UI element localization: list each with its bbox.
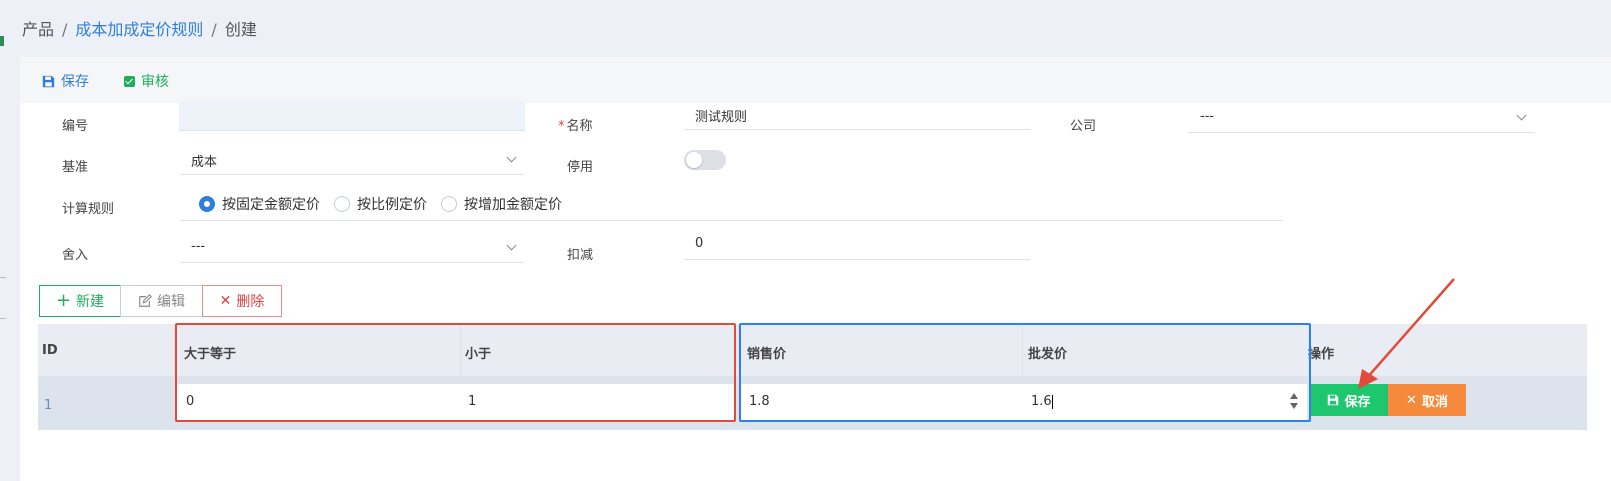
toggle-knob bbox=[686, 152, 702, 168]
audit-label: 审核 bbox=[141, 74, 169, 90]
wholesale-price-value: 1.6 bbox=[1031, 394, 1052, 409]
sale-price-input[interactable]: 1.8 bbox=[739, 384, 1022, 420]
name-input[interactable]: 测试规则 bbox=[683, 100, 1030, 130]
radio-add-amount[interactable]: 按增加金额定价 bbox=[441, 194, 562, 214]
radio-fixed-amount[interactable]: 按固定金额定价 bbox=[199, 194, 320, 214]
rounding-label: 舍入 bbox=[62, 248, 89, 263]
chevron-down-icon bbox=[506, 152, 517, 163]
arrow-annotation-icon bbox=[1358, 278, 1455, 389]
column-divider bbox=[738, 324, 739, 376]
column-divider bbox=[1022, 324, 1023, 376]
gte-input[interactable]: 0 bbox=[176, 384, 458, 420]
column-divider bbox=[460, 324, 461, 376]
plus-icon: + bbox=[55, 290, 72, 311]
breadcrumb-current: 创建 bbox=[224, 20, 257, 39]
deduction-label: 扣减 bbox=[567, 248, 594, 263]
form-panel: 保存 审核 编号 * 名称 测试规则 公司 --- 基准 成本 停用 计算规则 按… bbox=[20, 57, 1611, 481]
calc-rule-radio-group: 按固定金额定价 按比例定价 按增加金额定价 bbox=[199, 194, 576, 214]
wholesale-price-input[interactable]: 1.6 bbox=[1021, 384, 1307, 420]
row-id: 1 bbox=[44, 398, 53, 413]
header-sale-price: 销售价 bbox=[747, 347, 787, 362]
check-square-icon bbox=[124, 75, 135, 87]
deduction-input[interactable]: 0 bbox=[683, 230, 1030, 260]
floppy-disk-icon bbox=[42, 75, 55, 87]
header-operations: 操作 bbox=[1308, 347, 1335, 362]
company-label: 公司 bbox=[1070, 119, 1097, 134]
edge-line bbox=[0, 318, 6, 319]
breadcrumb-pricing-rules[interactable]: 成本加成定价规则 bbox=[75, 20, 203, 39]
edge-marker bbox=[0, 36, 4, 46]
header-wholesale-price: 批发价 bbox=[1028, 347, 1068, 362]
basis-select[interactable]: 成本 bbox=[179, 145, 525, 175]
name-label: * 名称 bbox=[558, 115, 593, 134]
save-label: 保存 bbox=[61, 74, 89, 90]
chevron-down-icon bbox=[506, 240, 517, 251]
radio-label: 按增加金额定价 bbox=[464, 197, 562, 213]
radio-unselected-icon bbox=[334, 196, 350, 212]
basis-value: 成本 bbox=[191, 155, 218, 170]
chevron-down-icon bbox=[1516, 110, 1527, 121]
company-value: --- bbox=[1200, 109, 1215, 124]
new-label: 新建 bbox=[76, 294, 105, 310]
required-mark: * bbox=[558, 119, 565, 134]
basis-label: 基准 bbox=[62, 160, 89, 175]
delete-button[interactable]: ✕ 删除 bbox=[202, 285, 282, 317]
lt-input[interactable]: 1 bbox=[458, 384, 734, 420]
header-id: ID bbox=[42, 343, 58, 358]
audit-button[interactable]: 审核 bbox=[124, 71, 169, 91]
toolbar: 保存 审核 bbox=[20, 57, 1611, 103]
radio-unselected-icon bbox=[441, 196, 457, 212]
radio-label: 按比例定价 bbox=[357, 197, 427, 213]
close-icon: ✕ bbox=[219, 293, 232, 309]
breadcrumb-separator: / bbox=[62, 20, 68, 39]
number-input[interactable] bbox=[179, 101, 525, 131]
edge-line bbox=[0, 277, 6, 278]
calc-rule-underline bbox=[179, 220, 1283, 221]
radio-by-ratio[interactable]: 按比例定价 bbox=[334, 194, 427, 214]
radio-selected-icon bbox=[199, 196, 215, 212]
delete-label: 删除 bbox=[236, 294, 265, 310]
disabled-label: 停用 bbox=[567, 160, 594, 175]
header-gte: 大于等于 bbox=[184, 347, 237, 362]
column-divider bbox=[174, 324, 175, 376]
edit-label: 编辑 bbox=[157, 294, 185, 310]
calc-rule-label: 计算规则 bbox=[62, 202, 115, 217]
radio-label: 按固定金额定价 bbox=[222, 197, 320, 213]
breadcrumb-root[interactable]: 产品 bbox=[22, 20, 54, 39]
breadcrumb: 产品 / 成本加成定价规则 / 创建 bbox=[22, 16, 257, 40]
disabled-toggle[interactable] bbox=[684, 150, 726, 170]
rounding-select[interactable]: --- bbox=[179, 233, 525, 263]
header-lt: 小于 bbox=[465, 347, 492, 362]
number-label: 编号 bbox=[62, 119, 89, 134]
text-caret bbox=[1051, 394, 1053, 409]
floppy-disk-icon bbox=[1328, 394, 1339, 406]
company-select[interactable]: --- bbox=[1188, 103, 1535, 133]
edit-button[interactable]: 编辑 bbox=[120, 285, 203, 317]
edit-icon bbox=[139, 294, 152, 307]
save-button[interactable]: 保存 bbox=[42, 71, 89, 91]
breadcrumb-separator: / bbox=[211, 20, 217, 39]
new-button[interactable]: + 新建 bbox=[39, 285, 121, 317]
name-label-text: 名称 bbox=[566, 119, 593, 134]
number-spinner-icon[interactable] bbox=[1290, 393, 1299, 411]
rounding-value: --- bbox=[191, 239, 206, 254]
